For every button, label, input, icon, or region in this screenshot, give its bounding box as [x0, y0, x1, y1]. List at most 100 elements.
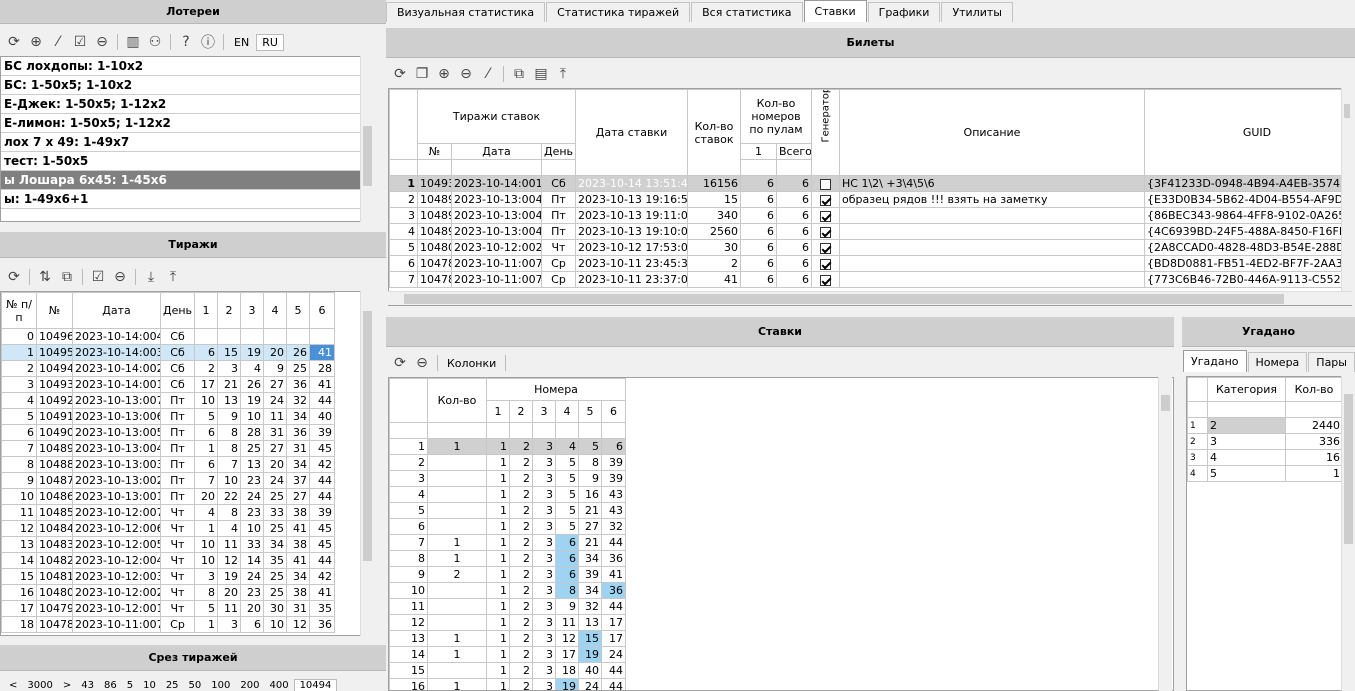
slice-button[interactable]: 400	[264, 680, 293, 691]
tickets-hscrollbar[interactable]	[388, 291, 1352, 305]
col-pool-header[interactable]: Кол-во номеров по пулам	[740, 89, 812, 144]
tab-item[interactable]: Ставки	[803, 0, 867, 22]
tree-icon[interactable]: ⚇	[145, 32, 165, 52]
draws-col-header[interactable]: 6	[309, 292, 335, 329]
draws-col-header[interactable]: 1	[194, 292, 218, 329]
table-row[interactable]: 18 10478 2023-10-11:007 Ср 1 3 6 10 12 36	[1, 616, 335, 633]
add-icon[interactable]: ⊕	[434, 64, 454, 84]
table-row[interactable]: 5 10491 2023-10-13:006 Пт 5 9 10 11 34 40	[1, 408, 335, 425]
draws-col-header[interactable]: №	[36, 292, 73, 329]
slice-button[interactable]: 43	[76, 680, 99, 691]
table-row[interactable]: 15 10481 2023-10-12:003 Чт 3 19 24 25 34 42	[1, 568, 335, 585]
edit-icon[interactable]: ☑	[88, 267, 108, 287]
col-all-header[interactable]: Всего	[776, 143, 812, 160]
tab-item[interactable]: Визуальная статистика	[386, 2, 546, 22]
table-row[interactable]: 15 1 2 3 18 40 44	[389, 662, 627, 679]
col-pool1-header[interactable]: 1	[740, 143, 777, 160]
col-guid-header[interactable]: GUID	[1144, 89, 1351, 176]
table-row[interactable]: 7 10489 2023-10-13:004 Пт 1 8 25 27 31 45	[1, 440, 335, 457]
tickets-cell[interactable]	[811, 175, 840, 192]
slice-button[interactable]: 3000	[22, 680, 57, 691]
draws-col-header[interactable]: 2	[217, 292, 241, 329]
col-count-header[interactable]: Кол-во ставок	[687, 89, 741, 176]
slice-button[interactable]: 25	[161, 680, 184, 691]
bet-number-header[interactable]: 6	[600, 400, 627, 423]
bet-number-header[interactable]: 5	[578, 400, 602, 423]
tickets-vscrollbar[interactable]	[1341, 88, 1352, 291]
col-draws-header[interactable]: Тиражи ставок	[417, 89, 576, 144]
draws-col-header[interactable]: 5	[286, 292, 310, 329]
col-day-header[interactable]: День	[541, 143, 576, 160]
generator-checkbox[interactable]	[820, 226, 831, 238]
help-icon[interactable]: ?	[176, 32, 196, 52]
export-icon[interactable]: ⤒	[163, 267, 183, 287]
tickets-cell[interactable]	[811, 223, 840, 240]
table-row[interactable]: 4 1 2 3 5 16 43	[389, 486, 627, 503]
slice-button[interactable]: <	[4, 680, 22, 691]
edit-icon[interactable]: ☑	[70, 32, 90, 52]
col-desc-header[interactable]: Описание	[839, 89, 1145, 176]
copy-icon[interactable]: ❐	[412, 64, 432, 84]
wand-icon[interactable]: ⁄	[478, 64, 498, 84]
table-row[interactable]: 6 10490 2023-10-13:005 Пт 6 8 28 31 36 39	[1, 424, 335, 441]
table-row[interactable]: 14 1 1 2 3 17 19 24	[389, 646, 627, 663]
generator-checkbox[interactable]	[820, 194, 831, 206]
lotteries-scrollbar[interactable]	[360, 56, 374, 222]
slice-button[interactable]: 200	[235, 680, 264, 691]
table-row[interactable]: 7 1 1 2 3 6 21 44	[389, 534, 627, 551]
tickets-cell[interactable]	[811, 255, 840, 272]
table-row[interactable]: 17 10479 2023-10-12:001 Чт 5 11 20 30 31 35	[1, 600, 335, 617]
refresh-icon[interactable]: ⟳	[4, 267, 24, 287]
lottery-item[interactable]: лох 7 x 49: 1-49x7	[1, 133, 373, 152]
col-no-header[interactable]: №	[417, 143, 452, 160]
lottery-item[interactable]: тест: 1-50x5	[1, 152, 373, 171]
table-row[interactable]: 9 2 1 2 3 6 39 41	[389, 566, 627, 583]
lang-en-button[interactable]: EN	[229, 35, 254, 50]
table-row[interactable]: 1 2 2440	[1187, 417, 1343, 434]
lottery-item[interactable]: БС лохдопы: 1-10x2	[1, 57, 373, 76]
add-icon[interactable]: ⊕	[26, 32, 46, 52]
guessed-tab[interactable]: Номера	[1247, 352, 1308, 372]
guessed-tab[interactable]: Пары	[1308, 352, 1355, 372]
col-betcount-header[interactable]: Кол-во	[427, 378, 487, 423]
table-row[interactable]: 2 1 2 3 5 8 39	[389, 454, 627, 471]
tab-item[interactable]: Утилиты	[941, 2, 1013, 22]
columns-button[interactable]: Колонки	[443, 357, 500, 370]
table-row[interactable]: 5 1 2 3 5 21 43	[389, 502, 627, 519]
draws-col-header[interactable]: № п/п	[1, 292, 37, 329]
bet-number-header[interactable]: 3	[532, 400, 556, 423]
table-row[interactable]: 1 10495 2023-10-14:003 Сб 6 15 19 20 26 41	[1, 344, 335, 361]
tab-item[interactable]: Статистика тиражей	[546, 2, 691, 22]
generator-checkbox[interactable]	[820, 242, 831, 254]
remove-icon[interactable]: ⊖	[456, 64, 476, 84]
draws-scrollbar[interactable]	[360, 291, 374, 636]
lottery-item[interactable]: ы Лошара 6x45: 1-45x6	[1, 171, 373, 190]
table-row[interactable]: 451	[1187, 465, 1343, 482]
lottery-item[interactable]: ы: 1-49x6+1	[1, 190, 373, 209]
generator-checkbox[interactable]	[820, 258, 831, 270]
table-row[interactable]: 13 1 1 2 3 12 15 17	[389, 630, 627, 647]
lottery-item[interactable]: Е-лимон: 1-50x5; 1-12x2	[1, 114, 373, 133]
table-row[interactable]: 8 10488 2023-10-13:003 Пт 6 7 13 20 34 42	[1, 456, 335, 473]
info-icon[interactable]: ⓘ	[198, 32, 218, 52]
wand-icon[interactable]: ⁄	[48, 32, 68, 52]
refresh-icon[interactable]: ⟳	[390, 353, 410, 373]
table-row[interactable]: 0 10496 2023-10-14:004 Сб	[1, 328, 335, 345]
slice-button[interactable]: 100	[206, 680, 235, 691]
table-row[interactable]: 11123456	[389, 438, 627, 455]
slice-button[interactable]: >	[58, 680, 76, 691]
table-row[interactable]: 11 10485 2023-10-12:007 Чт 4 8 23 33 38 39	[1, 504, 335, 521]
slice-button[interactable]: 5	[122, 680, 138, 691]
table-row[interactable]: 7 10478 2023-10-11:007 Ср 2023-10-11 23:37:0…	[389, 271, 1351, 288]
guessed-tab[interactable]: Угадано	[1183, 350, 1247, 372]
columns-icon[interactable]: ▥	[123, 32, 143, 52]
draws-col-header[interactable]: 4	[263, 292, 287, 329]
table-row[interactable]: 5 10480 2023-10-12:002 Чт 2023-10-12 17:53:0…	[389, 239, 1351, 256]
table-row[interactable]: 6 1 2 3 5 27 32	[389, 518, 627, 535]
remove-icon[interactable]: ⊖	[110, 267, 130, 287]
table-row[interactable]: 4 10492 2023-10-13:007 Пт 10 13 19 24 32 44	[1, 392, 335, 409]
draws-col-header[interactable]: 3	[240, 292, 264, 329]
bet-number-header[interactable]: 4	[555, 400, 579, 423]
comment-icon[interactable]: ▤	[531, 64, 551, 84]
share-icon[interactable]: ⤒	[553, 64, 573, 84]
